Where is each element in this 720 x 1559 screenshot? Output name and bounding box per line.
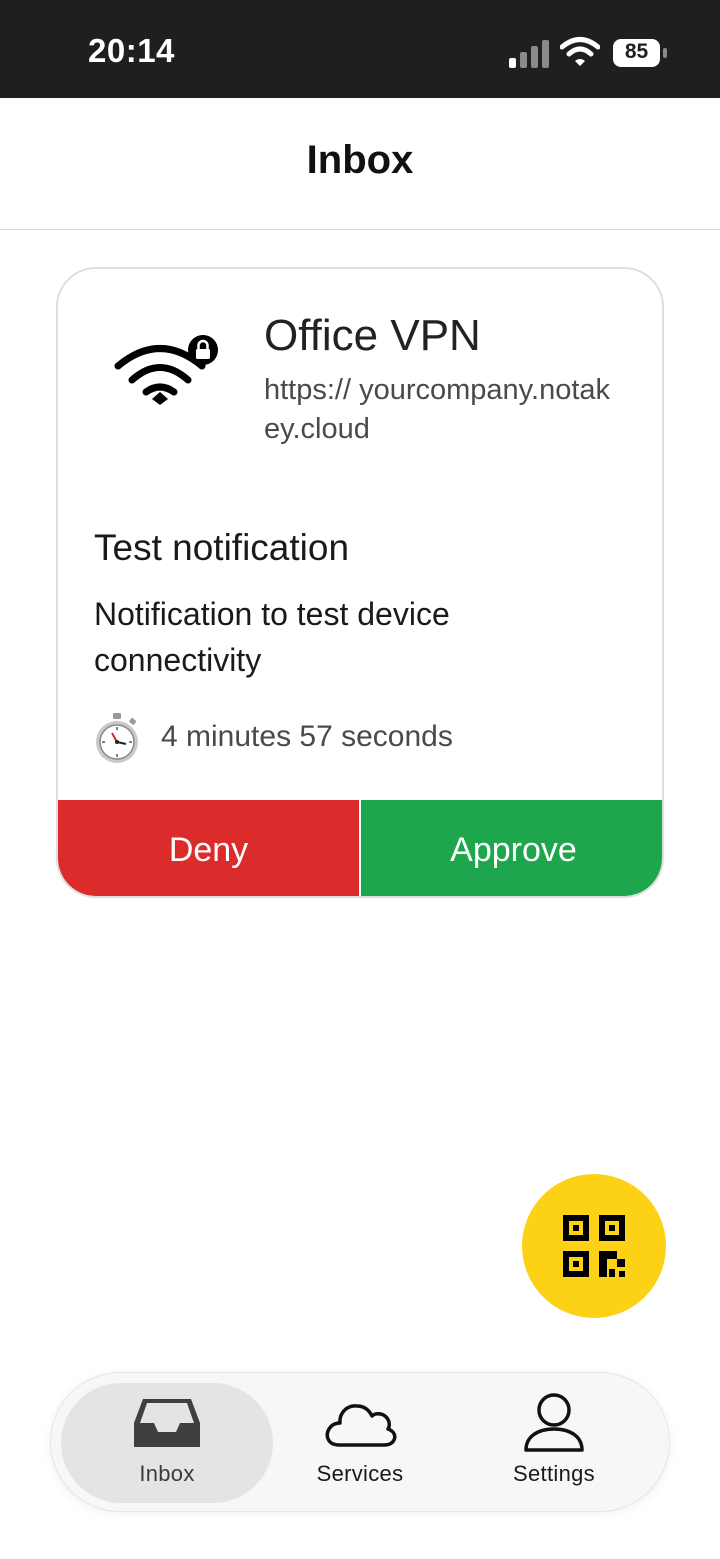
page-title: Inbox [306, 138, 414, 182]
wifi-icon [560, 37, 600, 66]
cloud-icon [325, 1404, 397, 1447]
wifi-lock-icon [114, 335, 218, 405]
auth-request-card: Office VPN https:// yourcompany.notakey.… [56, 267, 664, 898]
stopwatch-icon [96, 713, 138, 763]
service-name: Office VPN [264, 311, 481, 360]
tab-settings[interactable]: Settings [457, 1383, 651, 1503]
tab-services-label: Services [316, 1461, 404, 1486]
scan-qr-button[interactable] [522, 1174, 666, 1318]
deny-button[interactable]: Deny [58, 800, 359, 896]
tab-inbox[interactable]: Inbox [61, 1383, 273, 1503]
tab-bar: Inbox Services Settings [50, 1372, 670, 1512]
status-bar: 20:14 85 [0, 0, 720, 98]
battery-icon: 85 [612, 38, 668, 68]
inbox-tray-icon [134, 1399, 200, 1447]
tab-inbox-label: Inbox [139, 1461, 195, 1486]
tab-settings-label: Settings [513, 1461, 595, 1486]
notification-message: Notification to test device connectivity [94, 596, 450, 678]
approve-button[interactable]: Approve [361, 800, 662, 896]
service-url: https:// yourcompany.notakey.cloud [264, 374, 611, 445]
notification-title: Test notification [94, 527, 350, 568]
cellular-signal-icon [509, 40, 549, 68]
qr-code-icon [563, 1215, 625, 1277]
person-icon [524, 1393, 584, 1452]
expiry-countdown: 4 minutes 57 seconds [161, 720, 453, 753]
tab-services[interactable]: Services [263, 1383, 457, 1503]
status-time: 20:14 [88, 32, 175, 69]
nav-header: Inbox [0, 98, 720, 230]
battery-level: 85 [624, 40, 649, 63]
